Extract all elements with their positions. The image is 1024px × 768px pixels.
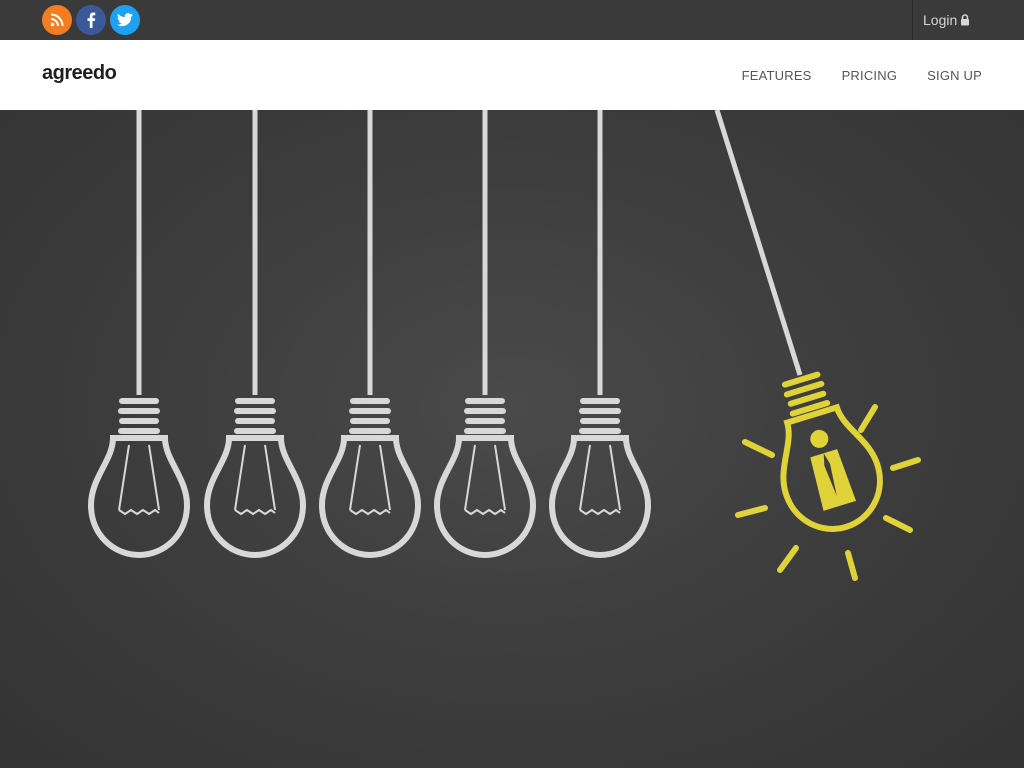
lightbulb-icon	[322, 110, 418, 555]
rss-icon	[50, 13, 64, 27]
login-label: Login	[923, 12, 958, 28]
agreedo-logo[interactable]: agreedo	[42, 62, 117, 85]
login-link[interactable]: Login	[912, 0, 1024, 40]
top-bar: Login	[0, 0, 1024, 40]
nav-pricing[interactable]: PRICING	[842, 68, 898, 83]
twitter-icon	[117, 13, 133, 27]
twitter-button[interactable]	[110, 5, 140, 35]
lightbulb-icon	[91, 110, 187, 555]
nav-features[interactable]: FEATURES	[742, 68, 812, 83]
lightbulb-icon	[437, 110, 533, 555]
lit-lightbulb-icon	[714, 110, 921, 581]
main-navbar: agreedo FEATURES PRICING SIGN UP	[0, 40, 1024, 110]
nav-sign-up[interactable]: SIGN UP	[927, 68, 982, 83]
social-links	[42, 5, 140, 35]
lightbulb-icon	[552, 110, 648, 555]
hero-banner	[0, 110, 1024, 768]
facebook-button[interactable]	[76, 5, 106, 35]
lightbulb-icon	[207, 110, 303, 555]
main-nav: FEATURES PRICING SIGN UP	[742, 40, 982, 110]
logo-text: agreedo	[42, 62, 117, 84]
rss-button[interactable]	[42, 5, 72, 35]
hero-illustration	[0, 110, 921, 581]
lock-icon	[961, 14, 970, 26]
facebook-icon	[87, 12, 96, 28]
